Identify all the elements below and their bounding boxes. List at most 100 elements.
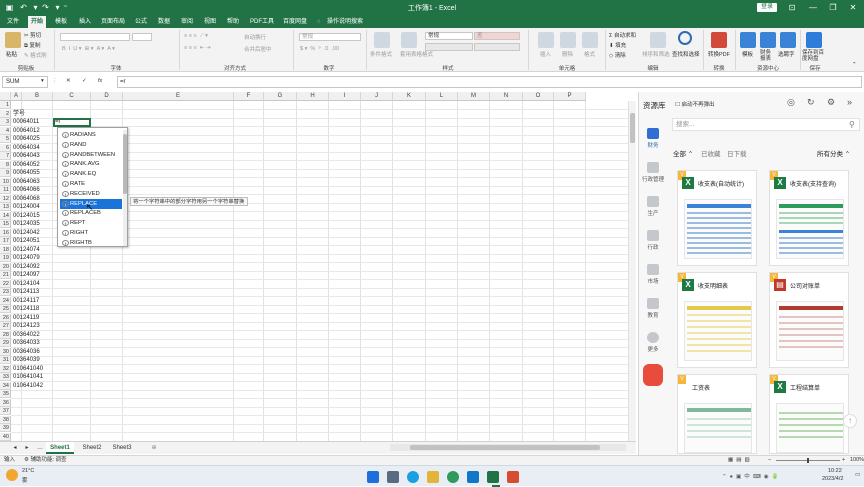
collapse-ribbon-icon[interactable]: ⌃ — [852, 62, 857, 68]
cell-b[interactable]: 00064055 — [12, 169, 40, 177]
column-header[interactable]: L — [426, 92, 458, 101]
row-header[interactable]: 14 — [0, 211, 11, 220]
font-name-box[interactable] — [60, 33, 130, 41]
nav-market[interactable]: 市场 — [639, 264, 667, 285]
cut-button[interactable]: ✂ 剪切 — [24, 31, 41, 39]
copy-button[interactable]: ⧉ 复制 — [24, 41, 40, 50]
autocomplete-item[interactable]: f RANDBETWEEN — [60, 150, 122, 160]
select-all-corner[interactable] — [0, 92, 11, 101]
style-good[interactable] — [425, 43, 473, 51]
cell-b[interactable]: 00364036 — [12, 348, 40, 356]
row-header[interactable]: 23 — [0, 288, 11, 296]
cell-b[interactable]: 00124123 — [12, 322, 40, 330]
recruit-icon[interactable] — [780, 32, 796, 48]
autosum-button[interactable]: Σ 自动求和 — [609, 31, 636, 39]
insert-cells-icon[interactable] — [538, 32, 554, 48]
edge-icon[interactable] — [407, 471, 419, 483]
cell-b[interactable]: 00124035 — [12, 220, 40, 228]
refresh-icon[interactable]: ↻ — [807, 97, 815, 108]
view-buttons[interactable]: ▦ ▤ ▥ — [728, 456, 750, 465]
row-header[interactable]: 35 — [0, 390, 11, 398]
style-normal[interactable]: 常规 — [425, 32, 473, 40]
row-header[interactable]: 12 — [0, 194, 11, 203]
row-header[interactable]: 31 — [0, 356, 11, 364]
accessibility-status[interactable]: ⚙ 辅助功能: 调查 — [24, 456, 67, 465]
row-header[interactable]: 18 — [0, 245, 11, 254]
row-header[interactable]: 5 — [0, 135, 11, 143]
column-header[interactable]: N — [490, 92, 523, 101]
notification-icon[interactable]: ▭ — [855, 472, 860, 478]
row-header[interactable]: 38 — [0, 415, 11, 424]
cell-b[interactable]: 00124092 — [12, 263, 40, 271]
row-header[interactable]: 39 — [0, 424, 11, 432]
autocomplete-scroll-thumb[interactable] — [123, 134, 127, 194]
row-header[interactable]: 15 — [0, 220, 11, 228]
cell-b[interactable]: 00064034 — [12, 144, 40, 152]
table-format-icon[interactable] — [401, 32, 417, 48]
cell-b[interactable]: 010641041 — [12, 373, 43, 381]
prev-sheet-icon[interactable]: ◂ — [10, 442, 20, 454]
column-header[interactable]: F — [234, 92, 264, 101]
windows-start-icon[interactable] — [367, 471, 379, 483]
wrap-text-button[interactable]: 自动换行 — [244, 33, 266, 41]
cell-b[interactable]: 00064063 — [12, 178, 40, 186]
row-header[interactable]: 8 — [0, 160, 11, 169]
autocomplete-scrollbar[interactable] — [123, 130, 127, 246]
cell-b[interactable]: 010641042 — [12, 382, 43, 390]
pdf-icon[interactable] — [711, 32, 727, 48]
to-pdf-label[interactable]: 转换PDF — [708, 50, 730, 58]
menu-view[interactable]: 视图 — [201, 16, 219, 28]
row-header[interactable]: 9 — [0, 169, 11, 177]
cell-b[interactable]: 00124042 — [12, 229, 40, 237]
cell-b[interactable]: 学号 — [12, 110, 25, 118]
cell-b[interactable]: 00364022 — [12, 331, 40, 339]
filter-all[interactable]: 全部 ⌃ — [673, 148, 693, 158]
active-cell[interactable] — [53, 118, 91, 127]
style-bad[interactable]: 差 — [474, 32, 520, 40]
row-header[interactable]: 30 — [0, 347, 11, 356]
row-header[interactable]: 2 — [0, 109, 11, 118]
cell-b[interactable]: 00064012 — [12, 127, 40, 135]
menu-pdf-tools[interactable]: PDF工具 — [247, 16, 277, 28]
cell-b[interactable]: 00124015 — [12, 212, 40, 220]
cell-b[interactable]: 010641040 — [12, 365, 43, 373]
column-header[interactable]: M — [458, 92, 490, 101]
cell-b[interactable]: 00124118 — [12, 305, 39, 313]
cell-b[interactable]: 00124117 — [12, 297, 39, 305]
autocomplete-item[interactable]: f RECEIVED — [60, 189, 122, 199]
clear-button[interactable]: ◇ 清除 — [609, 51, 626, 59]
column-header[interactable]: G — [264, 92, 297, 101]
panel-search-input[interactable]: 搜索... — [672, 118, 860, 131]
cancel-formula-button[interactable]: ✕ — [66, 78, 71, 84]
column-header[interactable]: K — [393, 92, 426, 101]
cell-b[interactable]: 00124113 — [12, 288, 39, 296]
menu-file[interactable]: 文件 — [4, 16, 22, 28]
file-explorer-icon[interactable] — [427, 471, 439, 483]
row-header[interactable]: 32 — [0, 364, 11, 373]
find-select-label[interactable]: 查找和选择 — [672, 50, 700, 58]
row-header[interactable]: 11 — [0, 186, 11, 194]
minimize-button[interactable]: — — [802, 1, 824, 15]
login-button[interactable]: 登录 — [757, 3, 777, 12]
delete-cells-label[interactable]: 删除 — [562, 50, 573, 58]
cell-b[interactable]: 00064068 — [12, 195, 40, 203]
menu-page-layout[interactable]: 页面布局 — [98, 16, 128, 28]
nav-education[interactable]: 教育 — [639, 298, 667, 319]
cell-b[interactable]: 00064066 — [12, 186, 40, 194]
tab-sheet2[interactable]: Sheet2 — [78, 442, 106, 454]
menu-insert[interactable]: 插入 — [76, 16, 94, 28]
menu-templates[interactable]: 模板 — [52, 16, 70, 28]
add-sheet-button[interactable]: ⊕ — [148, 442, 160, 454]
column-header[interactable]: E — [123, 92, 234, 101]
find-select-icon[interactable] — [678, 31, 692, 45]
clock-date[interactable]: 2023/4/2 — [822, 476, 843, 482]
save-baidu-label[interactable]: 保存到百度网盘 — [802, 50, 826, 62]
cell-b[interactable]: 00364033 — [12, 339, 40, 347]
maximize-button[interactable]: ❐ — [822, 1, 844, 15]
column-header[interactable]: D — [91, 92, 123, 101]
row-header[interactable]: 1 — [0, 101, 11, 109]
menu-help[interactable]: 帮助 — [224, 16, 242, 28]
row-header[interactable]: 22 — [0, 279, 11, 288]
formula-input[interactable]: =r — [117, 76, 862, 88]
autocomplete-item[interactable]: f RAND — [60, 140, 122, 150]
